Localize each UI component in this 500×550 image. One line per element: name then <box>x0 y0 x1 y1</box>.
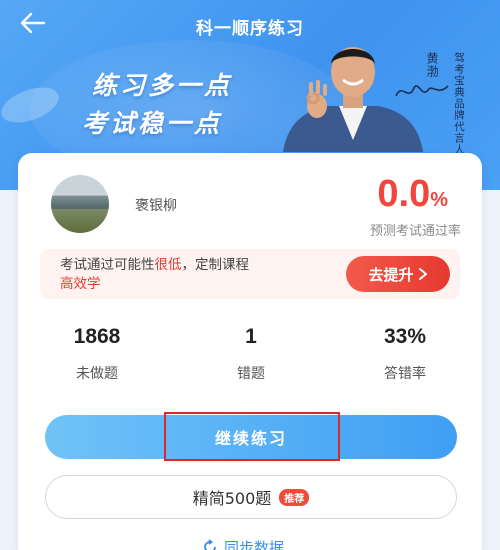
tip-text-highlight2: 高效学 <box>60 276 101 292</box>
stat-undone-value: 1868 <box>73 325 121 348</box>
spokesman-signature <box>395 85 449 97</box>
sync-data-link[interactable]: 同步数据 <box>202 537 322 550</box>
slogan-line-1: 练习多一点 <box>92 71 233 100</box>
spokesman-name: 黄渤 <box>425 52 439 78</box>
stat-error-rate-label: 答错率 <box>384 366 426 382</box>
avatar[interactable] <box>51 175 109 233</box>
stat-wrong[interactable]: 1 错题 <box>191 325 311 383</box>
recommend-badge: 推荐 <box>279 488 310 506</box>
user-name: 褒银柳 <box>135 198 177 214</box>
slogan-line-2: 考试稳一点 <box>82 109 223 138</box>
tip-text-highlight: 很低 <box>154 257 182 273</box>
tip-banner: 考试通过可能性很低，定制课程高效学 去提升 <box>40 249 460 299</box>
stat-wrong-label: 错题 <box>237 366 265 382</box>
stat-error-rate: 33% 答错率 <box>345 325 465 383</box>
improve-button-label: 去提升 <box>368 265 414 284</box>
stat-undone-label: 未做题 <box>76 366 118 382</box>
stat-error-rate-value: 33% <box>383 325 427 348</box>
pass-rate-value: 0.0% <box>377 173 448 216</box>
pass-rate-number: 0.0 <box>377 173 431 215</box>
pass-rate-label: 预测考试通过率 <box>369 224 461 239</box>
page-title: 科一顺序练习 <box>196 19 304 39</box>
spokesman-title: 驾考宝典品牌代言人 <box>453 52 465 156</box>
stat-wrong-value: 1 <box>245 325 257 348</box>
highlight-box <box>164 412 340 461</box>
practice-card: 褒银柳 0.0% 预测考试通过率 考试通过可能性很低，定制课程高效学 去提升 1… <box>18 153 482 550</box>
sync-icon <box>204 539 216 550</box>
improve-button[interactable]: 去提升 <box>346 256 450 292</box>
sync-data-label: 同步数据 <box>224 538 285 550</box>
stat-undone[interactable]: 1868 未做题 <box>37 325 157 383</box>
top-bar: 科一顺序练习 <box>0 0 500 50</box>
tip-text: 考试通过可能性很低，定制课程高效学 <box>60 256 330 294</box>
tip-text-part2: ，定制课程 <box>181 257 250 273</box>
simplified-500-label: 精简500题 <box>192 489 272 508</box>
tip-text-part1: 考试通过可能性 <box>60 257 155 273</box>
simplified-500-button[interactable]: 精简500题 推荐 <box>45 475 457 519</box>
pass-rate-unit: % <box>430 189 448 211</box>
chevron-right-icon <box>418 268 427 280</box>
